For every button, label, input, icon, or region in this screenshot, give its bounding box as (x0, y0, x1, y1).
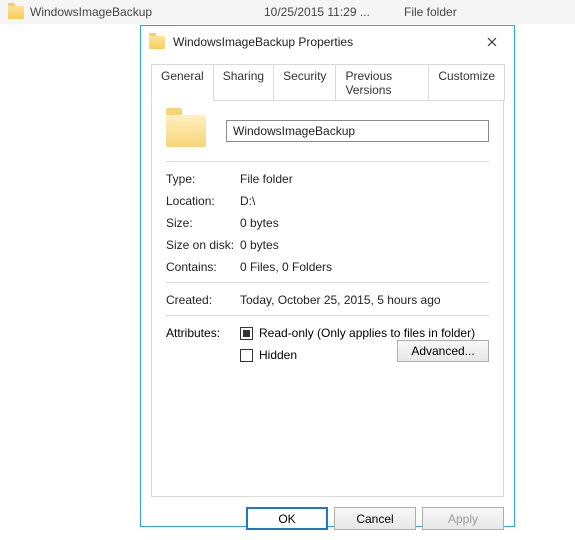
label-contains: Contains: (166, 260, 240, 274)
file-listing-row[interactable]: WindowsImageBackup 10/25/2015 11:29 ... … (0, 0, 575, 24)
titlebar: WindowsImageBackup Properties (141, 26, 514, 58)
folder-icon (149, 36, 165, 49)
value-size: 0 bytes (240, 216, 489, 230)
folder-icon-large (166, 115, 206, 147)
tab-general[interactable]: General (151, 64, 214, 101)
value-type: File folder (240, 172, 489, 186)
hidden-checkbox[interactable] (240, 349, 253, 362)
apply-button[interactable]: Apply (422, 507, 504, 530)
properties-dialog: WindowsImageBackup Properties General Sh… (140, 25, 515, 527)
dialog-title: WindowsImageBackup Properties (173, 35, 478, 49)
tab-panel-general: Type:File folder Location:D:\ Size:0 byt… (151, 100, 504, 497)
label-type: Type: (166, 172, 240, 186)
tab-strip: General Sharing Security Previous Versio… (141, 58, 514, 101)
folder-icon (8, 6, 24, 19)
advanced-button[interactable]: Advanced... (397, 340, 489, 362)
hidden-label: Hidden (259, 348, 297, 362)
label-size-on-disk: Size on disk: (166, 238, 240, 252)
tab-customize[interactable]: Customize (428, 64, 505, 101)
label-size: Size: (166, 216, 240, 230)
divider (166, 161, 489, 162)
tab-security[interactable]: Security (273, 64, 336, 101)
dialog-buttons: OK Cancel Apply (141, 507, 514, 540)
tab-sharing[interactable]: Sharing (213, 64, 274, 101)
file-date: 10/25/2015 11:29 ... (264, 5, 404, 19)
folder-name-input[interactable] (226, 120, 489, 142)
file-name: WindowsImageBackup (30, 5, 152, 19)
label-attributes: Attributes: (166, 326, 240, 362)
value-contains: 0 Files, 0 Folders (240, 260, 489, 274)
label-location: Location: (166, 194, 240, 208)
readonly-checkbox[interactable] (240, 327, 253, 340)
file-type: File folder (404, 5, 524, 19)
value-created: Today, October 25, 2015, 5 hours ago (240, 293, 489, 307)
ok-button[interactable]: OK (246, 507, 328, 530)
cancel-button[interactable]: Cancel (334, 507, 416, 530)
tab-previous-versions[interactable]: Previous Versions (335, 64, 429, 101)
close-button[interactable] (478, 30, 506, 54)
readonly-label: Read-only (Only applies to files in fold… (259, 326, 475, 340)
divider (166, 315, 489, 316)
divider (166, 282, 489, 283)
value-location: D:\ (240, 194, 489, 208)
label-created: Created: (166, 293, 240, 307)
value-size-on-disk: 0 bytes (240, 238, 489, 252)
